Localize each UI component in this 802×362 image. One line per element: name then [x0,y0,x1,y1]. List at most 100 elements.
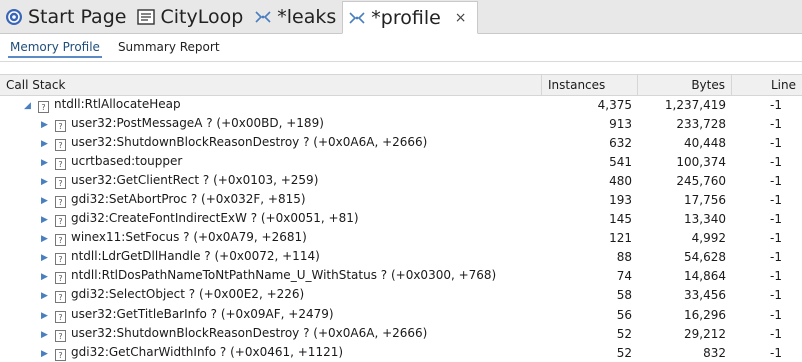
call-stack-cell: ▶? ucrtbased:toupper [0,154,542,170]
table-row[interactable]: ▶? user32:ShutdownBlockReasonDestroy ? (+… [0,133,802,152]
function-name: user32:GetTitleBarInfo ? (+0x09AF, +2479… [71,306,334,321]
call-stack-cell: ▶? user32:PostMessageA ? (+0x00BD, +189) [0,116,542,132]
table-row[interactable]: ▶? ucrtbased:toupper 541 100,374 -1 [0,152,802,171]
function-name: ntdll:LdrGetDllHandle ? (+0x0072, +114) [71,249,320,264]
expand-arrow-icon[interactable]: ▶ [41,196,55,206]
bytes-cell: 4,992 [691,231,726,246]
line-cell: -1 [770,97,782,112]
call-stack-cell: ▶? gdi32:CreateFontIndirectExW ? (+0x0051… [0,211,542,228]
expand-arrow-icon[interactable]: ▶ [41,120,55,130]
bytes-cell: 233,728 [676,116,726,131]
function-icon: ? [55,215,66,228]
tab-label: Start Page [28,6,127,28]
column-header-bytes[interactable]: Bytes [638,75,732,95]
tab-leaks[interactable]: *leaks [249,1,342,33]
bytes-cell: 100,374 [676,154,726,169]
bytes-cell: 29,212 [684,326,726,341]
function-name: user32:ShutdownBlockReasonDestroy ? (+0x… [71,134,428,149]
profile-icon [347,8,367,28]
instances-cell: 74 [616,269,632,284]
expand-arrow-icon[interactable]: ▶ [41,139,55,149]
profile-icon [253,7,273,27]
column-header-instances[interactable]: Instances [542,75,638,95]
expand-arrow-icon[interactable]: ▶ [41,253,55,263]
instances-cell: 52 [616,345,632,360]
call-stack-cell: ▶? winex11:SetFocus ? (+0x0A79, +2681) [0,230,542,247]
call-stack-cell: ◢? ntdll:RtlAllocateHeap [0,97,542,113]
expand-arrow-icon[interactable]: ▶ [41,330,55,340]
expanded-arrow-icon[interactable]: ◢ [24,101,38,111]
instances-cell: 56 [616,307,632,322]
function-name: ntdll:RtlAllocateHeap [54,96,181,111]
call-stack-cell: ▶? gdi32:SelectObject ? (+0x00E2, +226) [0,287,542,304]
table-row[interactable]: ▶? user32:GetTitleBarInfo ? (+0x09AF, +24… [0,305,802,324]
call-stack-cell: ▶? user32:GetTitleBarInfo ? (+0x09AF, +24… [0,307,542,323]
call-stack-cell: ▶? ntdll:LdrGetDllHandle ? (+0x0072, +114… [0,249,542,266]
table-row[interactable]: ▶? gdi32:GetCharWidthInfo ? (+0x0461, +11… [0,343,802,362]
document-tab-bar: Start Page CityLoop *leaks *profile × [0,0,802,34]
table-row[interactable]: ▶? ntdll:LdrGetDllHandle ? (+0x0072, +114… [0,248,802,267]
tab-memory-profile[interactable]: Memory Profile [0,33,108,61]
expand-arrow-icon[interactable]: ▶ [41,272,55,282]
column-header-line[interactable]: Line [732,75,802,95]
expand-arrow-icon[interactable]: ▶ [41,234,55,244]
table-row[interactable]: ▶? ntdll:RtlDosPathNameToNtPathName_U_Wit… [0,267,802,286]
table-row[interactable]: ▶? winex11:SetFocus ? (+0x0A79, +2681) 121… [0,229,802,248]
table-row[interactable]: ▶? user32:ShutdownBlockReasonDestroy ? (+… [0,324,802,343]
function-icon: ? [55,119,66,132]
call-stack-cell: ▶? ntdll:RtlDosPathNameToNtPathName_U_Wit… [0,268,542,285]
line-cell: -1 [770,116,782,131]
table-row[interactable]: ▶? gdi32:SelectObject ? (+0x00E2, +226) 58… [0,286,802,305]
view-tabs: Memory Profile Summary Report [0,33,802,62]
instances-cell: 541 [609,154,632,169]
function-name: gdi32:SelectObject ? (+0x00E2, +226) [71,287,305,302]
function-name: gdi32:CreateFontIndirectExW ? (+0x0051, … [71,211,359,226]
function-icon: ? [38,100,49,113]
bytes-cell: 40,448 [684,135,726,150]
bytes-cell: 1,237,419 [664,97,726,112]
instances-cell: 913 [609,116,632,131]
expand-arrow-icon[interactable]: ▶ [41,311,55,321]
table-row[interactable]: ▶? user32:GetClientRect ? (+0x0103, +259)… [0,171,802,190]
call-stack-tree: ◢? ntdll:RtlAllocateHeap 4,375 1,237,419 -1 ▶… [0,95,802,362]
tab-summary-report[interactable]: Summary Report [108,33,228,61]
table-row[interactable]: ▶? user32:PostMessageA ? (+0x00BD, +189) 9… [0,114,802,133]
tab-start-page[interactable]: Start Page [0,1,132,33]
function-icon: ? [55,196,66,209]
tab-label: *leaks [277,6,337,28]
expand-arrow-icon[interactable]: ▶ [41,177,55,187]
bytes-cell: 245,760 [676,173,726,188]
line-cell: -1 [770,250,782,265]
line-cell: -1 [770,135,782,150]
column-header-call-stack[interactable]: Call Stack [0,75,542,95]
tab-profile[interactable]: *profile × [342,1,478,34]
bytes-cell: 832 [703,345,726,360]
instances-cell: 480 [609,173,632,188]
table-row[interactable]: ◢? ntdll:RtlAllocateHeap 4,375 1,237,419 -1 [0,95,802,114]
expand-arrow-icon[interactable]: ▶ [41,291,55,301]
tab-cityloop[interactable]: CityLoop [132,1,249,33]
bytes-cell: 16,296 [684,307,726,322]
expand-arrow-icon[interactable]: ▶ [41,215,55,225]
line-cell: -1 [770,269,782,284]
function-icon: ? [55,329,66,342]
function-name: user32:ShutdownBlockReasonDestroy ? (+0x… [71,325,428,340]
bytes-cell: 14,864 [684,269,726,284]
instances-cell: 145 [609,212,632,227]
diagram-icon [136,7,156,27]
instances-cell: 632 [609,135,632,150]
table-row[interactable]: ▶? gdi32:SetAbortProc ? (+0x032F, +815) 19… [0,190,802,209]
call-stack-cell: ▶? gdi32:GetCharWidthInfo ? (+0x0461, +11… [0,345,542,361]
line-cell: -1 [770,288,782,303]
line-cell: -1 [770,212,782,227]
expand-arrow-icon[interactable]: ▶ [41,158,55,168]
function-icon: ? [55,157,66,170]
table-row[interactable]: ▶? gdi32:CreateFontIndirectExW ? (+0x0051… [0,210,802,229]
call-stack-cell: ▶? user32:GetClientRect ? (+0x0103, +259) [0,173,542,189]
call-stack-cell: ▶? user32:ShutdownBlockReasonDestroy ? (+… [0,326,542,342]
line-cell: -1 [770,193,782,208]
close-icon[interactable]: × [455,10,467,26]
function-icon: ? [55,291,66,304]
function-icon: ? [55,234,66,247]
expand-arrow-icon[interactable]: ▶ [41,349,55,359]
